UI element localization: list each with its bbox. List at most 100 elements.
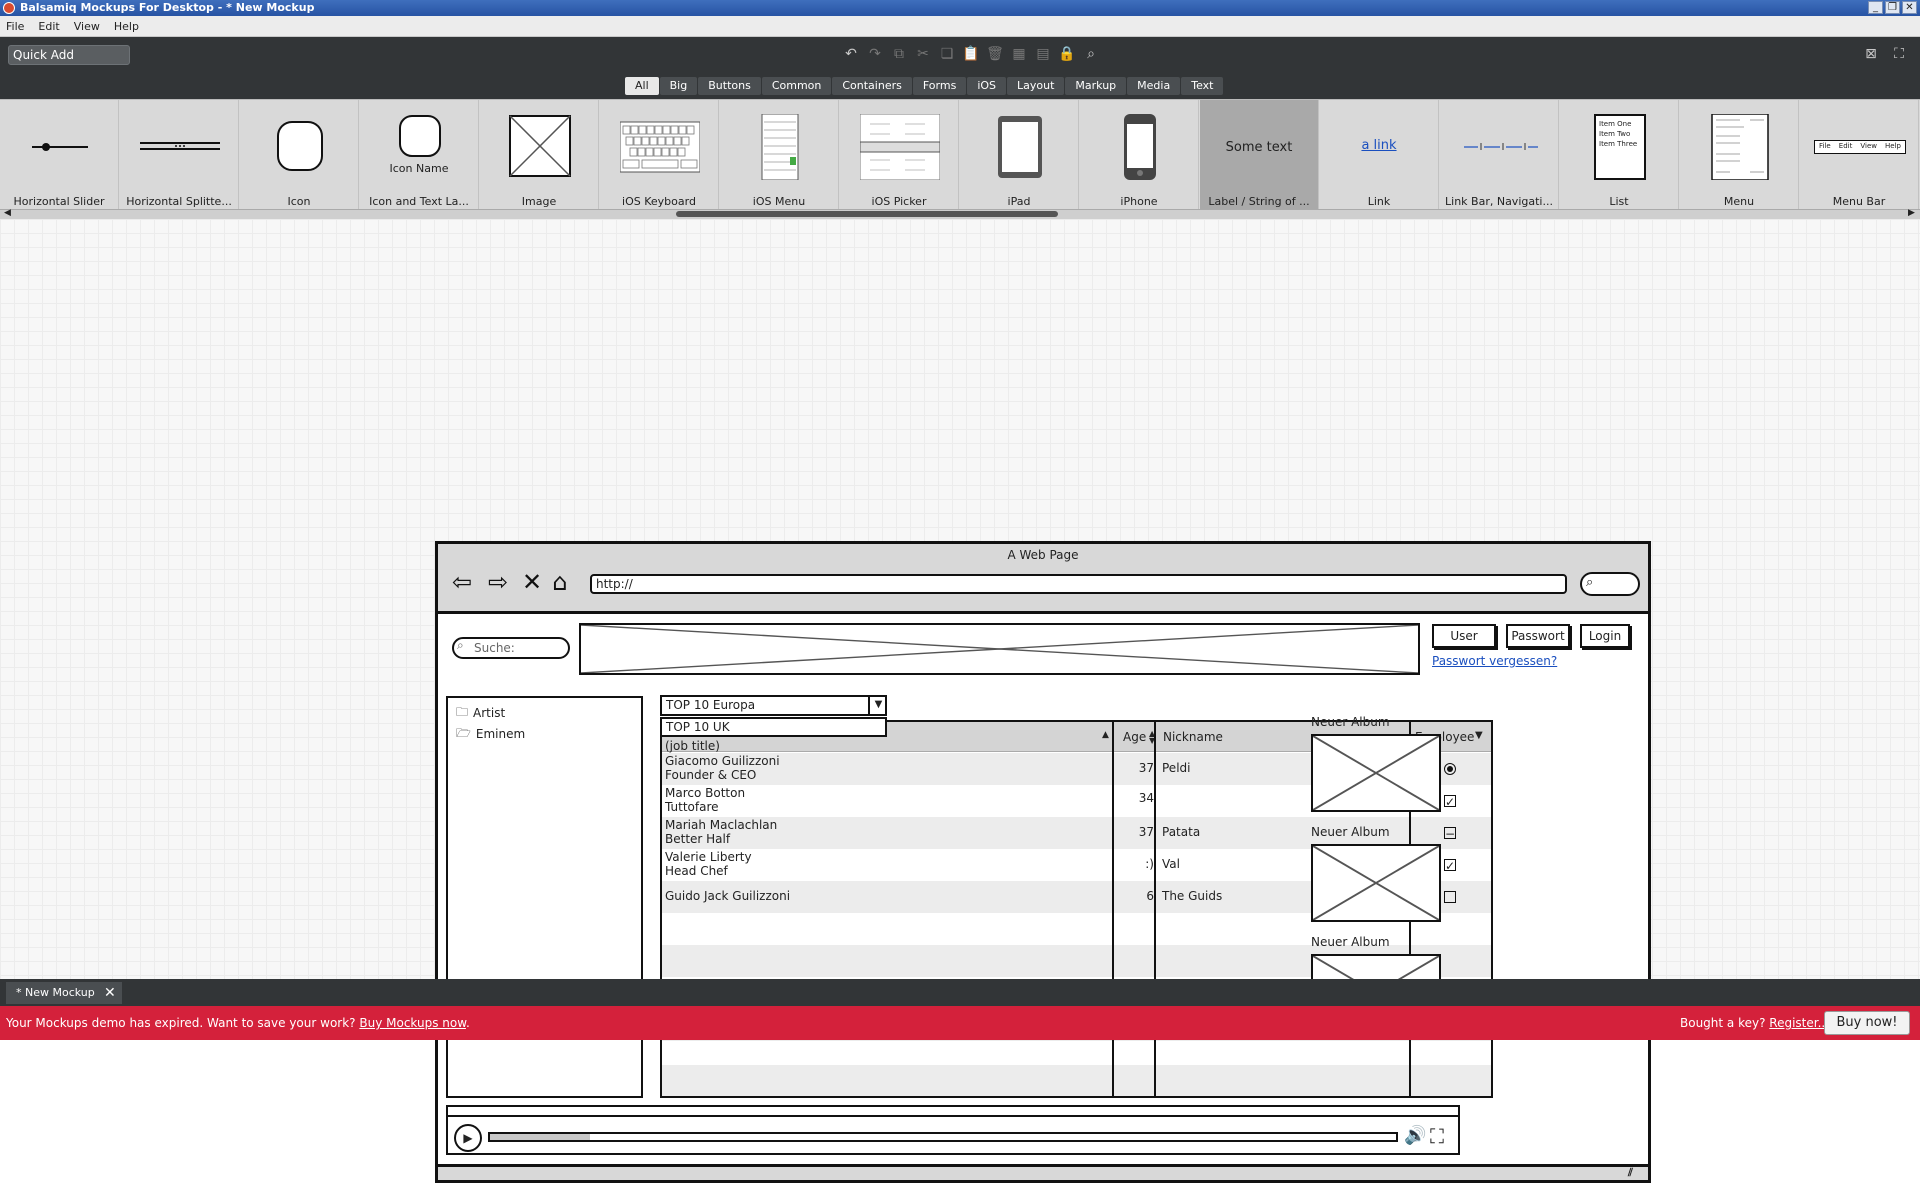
group-icon[interactable]: ▦: [1010, 45, 1028, 63]
library-item-ipad[interactable]: iPad: [960, 100, 1079, 210]
filter-ios[interactable]: iOS: [967, 77, 1007, 95]
lock-icon[interactable]: 🔒: [1058, 45, 1076, 63]
filter-common[interactable]: Common: [761, 77, 832, 95]
register-link[interactable]: Register...: [1769, 1016, 1829, 1030]
library-item-link[interactable]: a link Link: [1320, 100, 1439, 210]
ungroup-icon[interactable]: ▤: [1034, 45, 1052, 63]
scroll-right-icon[interactable]: ▶: [1908, 208, 1915, 218]
cell-name: Marco Botton: [665, 786, 746, 800]
mockup-canvas[interactable]: A Web Page ⇦ ⇨ ✕ ⌂ http:// ⌕ Suche: ⌕ Us…: [0, 219, 1920, 1183]
library-item-label: iPad: [1007, 195, 1031, 208]
close-tab-icon[interactable]: ✕: [104, 982, 116, 1004]
forgot-password-link[interactable]: Passwort vergessen?: [1432, 654, 1557, 668]
ios-menu-thumb-icon: [761, 114, 799, 180]
library-item-list[interactable]: Item One Item Two Item Three List: [1560, 100, 1679, 210]
checkbox-unchecked[interactable]: [1444, 891, 1456, 903]
paste-icon[interactable]: 📋: [962, 45, 980, 63]
tab-new-mockup[interactable]: * New Mockup ✕: [6, 982, 122, 1004]
library-item-menu-bar[interactable]: File Edit View Help Menu Bar: [1800, 100, 1919, 210]
stop-icon[interactable]: ✕: [518, 568, 546, 596]
library-item-label: Link Bar, Navigati...: [1445, 195, 1553, 208]
library-item-label: Icon and Text La...: [369, 195, 469, 208]
filter-text[interactable]: Text: [1181, 77, 1224, 95]
login-button[interactable]: Login: [1580, 624, 1630, 648]
search-input[interactable]: Suche:: [452, 637, 570, 659]
tree-item-eminem[interactable]: 🗁 Eminem: [456, 725, 525, 743]
sort-asc-icon[interactable]: ▲: [1102, 730, 1109, 740]
library-item-ios-menu[interactable]: iOS Menu: [720, 100, 839, 210]
menu-view[interactable]: View: [74, 20, 100, 33]
url-bar[interactable]: http://: [590, 574, 1567, 594]
tree-item-artist[interactable]: 🗀 Artist: [456, 704, 505, 722]
filter-markup[interactable]: Markup: [1065, 77, 1127, 95]
back-arrow-icon[interactable]: ⇦: [448, 568, 476, 596]
library-item-iphone[interactable]: iPhone: [1080, 100, 1199, 210]
library-item-horizontal-splitter[interactable]: Horizontal Splitte...: [120, 100, 239, 210]
buy-now-button[interactable]: Buy now!: [1824, 1011, 1910, 1035]
checkbox-checked[interactable]: ✓: [1444, 795, 1456, 808]
close-panel-icon[interactable]: ⊠: [1862, 45, 1880, 63]
checkbox-checked[interactable]: ✓: [1444, 859, 1456, 872]
dropdown-arrow-icon[interactable]: ▼: [868, 695, 887, 716]
filter-layout[interactable]: Layout: [1007, 77, 1065, 95]
undo-icon[interactable]: ↶: [842, 45, 860, 63]
password-field[interactable]: Passwort: [1506, 624, 1570, 648]
library-item-label: Image: [521, 195, 557, 208]
restore-button[interactable]: ❐: [1885, 1, 1900, 14]
library-item-label-string[interactable]: Some text Label / String of ...: [1200, 100, 1319, 210]
iphone-thumb-icon: [1124, 114, 1156, 180]
resize-grip-icon[interactable]: ⫽: [1628, 1166, 1633, 1180]
menubar-thumb-item: Help: [1885, 142, 1901, 150]
album-image-placeholder: [1311, 734, 1441, 812]
search-icon[interactable]: ⌕: [1082, 45, 1100, 63]
radio-selected[interactable]: [1444, 763, 1456, 775]
user-field[interactable]: User: [1432, 624, 1496, 648]
scroll-left-icon[interactable]: ◀: [4, 208, 11, 218]
library-item-ios-keyboard[interactable]: iOS Keyboard: [600, 100, 719, 210]
volume-icon[interactable]: 🔊: [1404, 1125, 1426, 1146]
fullscreen-icon[interactable]: ⛶: [1430, 1124, 1444, 1148]
cut-icon[interactable]: ✂: [914, 45, 932, 63]
fullscreen-icon[interactable]: ⛶: [1890, 45, 1908, 63]
menu-file[interactable]: File: [6, 20, 24, 33]
quick-add-input[interactable]: Quick Add: [8, 45, 130, 65]
column-header-nickname[interactable]: Nickname: [1160, 722, 1223, 752]
library-item-icon-and-text[interactable]: Icon Name Icon and Text La...: [360, 100, 479, 210]
library-item-icon[interactable]: Icon: [240, 100, 359, 210]
buy-mockups-link[interactable]: Buy Mockups now: [359, 1016, 466, 1030]
delete-icon[interactable]: 🗑: [986, 45, 1004, 63]
play-button-icon[interactable]: ▶: [454, 1124, 482, 1152]
browser-search-field[interactable]: ⌕: [1580, 572, 1640, 596]
column-header-age[interactable]: Age: [1120, 722, 1146, 752]
minimize-button[interactable]: _: [1868, 1, 1883, 14]
filter-media[interactable]: Media: [1127, 77, 1181, 95]
menu-help[interactable]: Help: [114, 20, 139, 33]
library-item-horizontal-slider[interactable]: Horizontal Slider: [0, 100, 119, 210]
combo-option[interactable]: TOP 10 UK: [660, 717, 887, 737]
filter-containers[interactable]: Containers: [832, 77, 912, 95]
chart-select-combo[interactable]: TOP 10 Europa: [660, 695, 887, 716]
filter-big[interactable]: Big: [659, 77, 698, 95]
library-item-menu[interactable]: Menu: [1680, 100, 1799, 210]
cell-name: Giacomo Guilizzoni: [665, 754, 780, 768]
close-window-button[interactable]: ✕: [1902, 1, 1917, 14]
browser-window-mockup[interactable]: A Web Page ⇦ ⇨ ✕ ⌂ http:// ⌕ Suche: ⌕ Us…: [435, 541, 1651, 1183]
library-item-link-bar[interactable]: Link Bar, Navigati...: [1440, 100, 1559, 210]
duplicate-icon[interactable]: ❏: [938, 45, 956, 63]
filter-forms[interactable]: Forms: [912, 77, 967, 95]
forward-arrow-icon[interactable]: ⇨: [484, 568, 512, 596]
library-scrollbar-thumb[interactable]: [676, 211, 1058, 217]
filter-all[interactable]: All: [625, 77, 659, 95]
radio-dot: [1447, 766, 1453, 772]
sort-desc-icon[interactable]: ▼: [1475, 730, 1483, 741]
redo-icon[interactable]: ↷: [866, 45, 884, 63]
menu-edit[interactable]: Edit: [38, 20, 59, 33]
progress-bar[interactable]: [488, 1132, 1398, 1142]
library-item-image[interactable]: Image: [480, 100, 599, 210]
album-label: Neuer Album: [1311, 935, 1390, 949]
filter-buttons[interactable]: Buttons: [698, 77, 761, 95]
library-item-ios-picker[interactable]: iOS Picker: [840, 100, 959, 210]
checkbox-mixed[interactable]: −: [1444, 827, 1456, 840]
home-icon[interactable]: ⌂: [546, 568, 574, 596]
copy-icon[interactable]: ⧉: [890, 45, 908, 63]
